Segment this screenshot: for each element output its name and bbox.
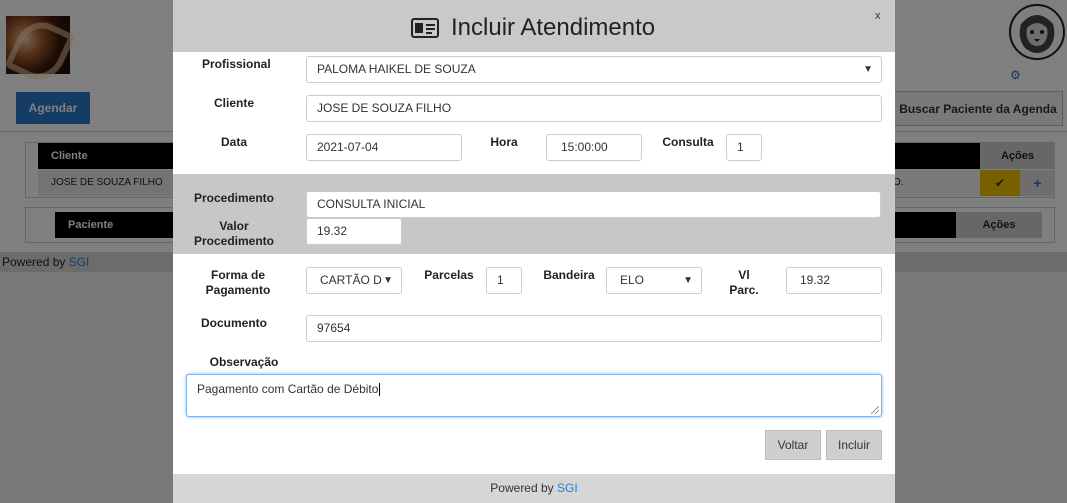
forma-pagamento-label-line2: Pagamento <box>205 283 271 297</box>
bandeira-label: Bandeira <box>543 268 595 282</box>
footer-sgi-link[interactable]: SGI <box>557 481 578 495</box>
close-icon[interactable]: x <box>875 10 881 22</box>
parcelas-label: Parcelas <box>424 268 474 282</box>
bandeira-value: ELO <box>620 273 645 287</box>
valor-procedimento-label: Valor Procedimento <box>191 219 277 249</box>
text-cursor <box>379 383 381 397</box>
valor-procedimento-label-line2: Procedimento <box>193 234 274 248</box>
chevron-down-icon: ▼ <box>863 64 873 75</box>
consulta-label: Consulta <box>662 135 714 149</box>
incluir-button[interactable]: Incluir <box>826 430 882 460</box>
valor-procedimento-input[interactable]: 19.32 <box>306 218 402 245</box>
vl-parc-label-line2: Parc. <box>729 283 759 297</box>
profissional-label: Profissional <box>202 57 271 71</box>
documento-input[interactable]: 97654 <box>306 315 882 342</box>
vl-parc-label-line1: Vl <box>738 268 750 282</box>
modal-footer: Powered by SGI <box>173 474 895 503</box>
chevron-down-icon: ▼ <box>683 275 693 286</box>
procedimento-label: Procedimento <box>193 191 274 205</box>
forma-pagamento-select[interactable]: CARTÃO D ▼ <box>306 267 402 294</box>
cliente-input[interactable]: JOSE DE SOUZA FILHO <box>306 95 882 122</box>
vl-parc-label: Vl Parc. <box>726 268 762 298</box>
forma-pagamento-label-line1: Forma de <box>210 268 265 282</box>
hora-label: Hora <box>490 135 518 149</box>
parcelas-input[interactable]: 1 <box>486 267 522 294</box>
observacao-value: Pagamento com Cartão de Débito <box>197 382 379 396</box>
consulta-input[interactable]: 1 <box>726 134 762 161</box>
observacao-label: Observação <box>209 355 279 369</box>
incluir-atendimento-modal: Incluir Atendimento x Profissional PALOM… <box>173 0 895 503</box>
modal-header: Incluir Atendimento x <box>173 0 895 52</box>
modal-title-text: Incluir Atendimento <box>451 14 656 41</box>
chevron-down-icon: ▼ <box>383 275 393 286</box>
id-card-icon <box>411 18 439 38</box>
vl-parc-input[interactable]: 19.32 <box>786 267 882 294</box>
documento-label: Documento <box>201 316 267 330</box>
valor-procedimento-label-line1: Valor <box>219 219 249 233</box>
bandeira-select[interactable]: ELO ▼ <box>606 267 702 294</box>
voltar-button[interactable]: Voltar <box>765 430 821 460</box>
resize-handle[interactable] <box>871 406 879 414</box>
data-input[interactable]: 2021-07-04 <box>306 134 462 161</box>
hora-input[interactable]: 15:00:00 <box>546 134 642 161</box>
procedimento-input[interactable]: CONSULTA INICIAL <box>306 191 881 218</box>
modal-title: Incluir Atendimento <box>411 14 655 42</box>
observacao-textarea[interactable]: Pagamento com Cartão de Débito <box>186 374 882 417</box>
forma-pagamento-value: CARTÃO D <box>320 273 382 287</box>
cliente-label: Cliente <box>213 96 254 110</box>
forma-pagamento-label: Forma de Pagamento <box>195 268 281 298</box>
profissional-select[interactable]: PALOMA HAIKEL DE SOUZA ▼ <box>306 56 882 83</box>
data-label: Data <box>220 135 247 149</box>
footer-text: Powered by <box>490 481 554 495</box>
profissional-value: PALOMA HAIKEL DE SOUZA <box>317 62 476 76</box>
